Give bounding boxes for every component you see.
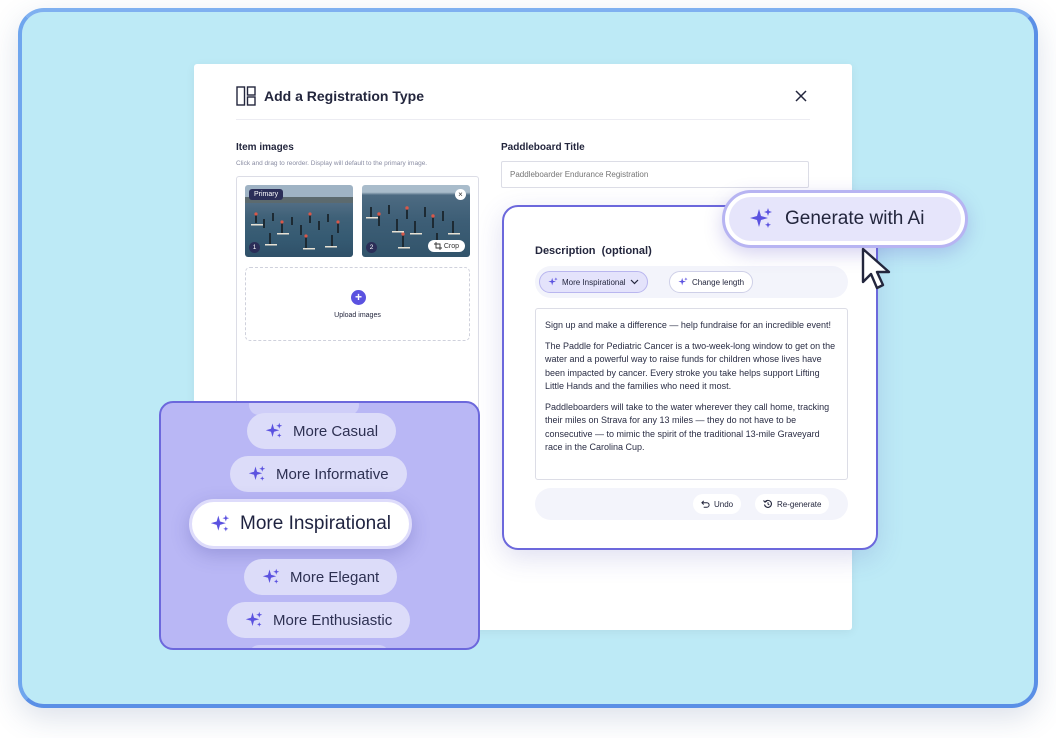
- change-length-button[interactable]: Change length: [669, 271, 754, 293]
- sparkle-icon: [548, 277, 558, 286]
- close-button[interactable]: [792, 86, 810, 106]
- sparkle-icon: [750, 208, 772, 228]
- sparkle-icon: [248, 465, 266, 481]
- tone-option-enthusiastic[interactable]: More Enthusiastic: [227, 602, 411, 638]
- upload-dropzone[interactable]: + Upload images: [245, 267, 470, 341]
- regenerate-label: Re-generate: [777, 499, 822, 509]
- modal-header: Add a Registration Type: [236, 86, 810, 120]
- sparkle-icon: [678, 277, 688, 286]
- change-length-label: Change length: [692, 277, 745, 287]
- generate-with-ai-button[interactable]: Generate with Ai: [722, 190, 968, 248]
- crop-icon: [433, 242, 442, 250]
- undo-icon: [701, 500, 710, 508]
- thumb-number-1: 1: [249, 242, 260, 253]
- paragraph: Sign up and make a difference — help fun…: [545, 320, 832, 330]
- tone-label: More Casual: [293, 422, 379, 440]
- thumb-number-2: 2: [366, 242, 377, 253]
- tone-label: More Elegant: [290, 568, 380, 586]
- image-thumbnail-2[interactable]: × 2 Crop: [362, 185, 470, 257]
- tone-dropdown-label: More Inspirational: [562, 277, 626, 287]
- title-input[interactable]: [501, 161, 809, 188]
- optional-label: (optional): [601, 245, 652, 257]
- mouse-pointer-icon: [861, 247, 891, 290]
- description-card: Description (optional) More Inspirationa…: [502, 205, 878, 550]
- generate-label: Generate with Ai: [785, 208, 925, 229]
- title-label: Paddleboard Title: [501, 142, 585, 153]
- regenerate-button[interactable]: Re-generate: [755, 494, 830, 514]
- paragraph: The Paddle for Pediatric Cancer is a two…: [545, 340, 836, 392]
- tone-option-elegant[interactable]: More Elegant: [244, 559, 398, 595]
- tone-option-hidden-bottom: [249, 645, 389, 648]
- description-actions: Undo Re-generate: [535, 488, 848, 520]
- sparkle-icon: [245, 611, 263, 627]
- primary-badge: Primary: [249, 189, 284, 200]
- tone-option-informative[interactable]: More Informative: [230, 456, 407, 492]
- item-images-label: Item images: [236, 142, 294, 153]
- tone-label: More Inspirational: [240, 513, 392, 534]
- sparkle-icon: [262, 568, 280, 584]
- image-thumbnail-1[interactable]: Primary 1: [245, 185, 353, 257]
- tone-label: More Enthusiastic: [273, 611, 393, 629]
- sparkle-icon: [265, 422, 283, 438]
- modal-title: Add a Registration Type: [264, 88, 424, 104]
- remove-image-button[interactable]: ×: [455, 189, 466, 200]
- description-label: Description (optional): [535, 245, 652, 257]
- paragraph: Paddleboarders will take to the water wh…: [545, 401, 830, 453]
- regenerate-icon: [763, 499, 772, 508]
- layout-icon: [236, 86, 256, 106]
- close-icon: [795, 90, 807, 102]
- crop-label: Crop: [443, 242, 459, 250]
- tone-dropdown[interactable]: More Inspirational: [539, 271, 648, 293]
- undo-button[interactable]: Undo: [693, 494, 742, 514]
- tone-label: More Informative: [276, 465, 389, 483]
- sparkle-icon: [210, 514, 230, 532]
- undo-label: Undo: [714, 499, 734, 509]
- crop-button[interactable]: Crop: [427, 240, 465, 252]
- ai-toolbar: More Inspirational Change length: [535, 266, 848, 298]
- chevron-down-icon: [630, 279, 639, 285]
- tone-option-inspirational[interactable]: More Inspirational: [189, 499, 413, 549]
- upload-label: Upload images: [334, 312, 381, 319]
- plus-icon: +: [351, 290, 366, 305]
- tone-option-casual[interactable]: More Casual: [247, 413, 397, 449]
- description-label-text: Description: [535, 245, 596, 257]
- item-images-hint: Click and drag to reorder. Display will …: [236, 160, 428, 167]
- tone-options-panel: More Casual More Informative More Inspir…: [159, 401, 480, 650]
- description-textarea[interactable]: Sign up and make a difference — help fun…: [535, 308, 848, 480]
